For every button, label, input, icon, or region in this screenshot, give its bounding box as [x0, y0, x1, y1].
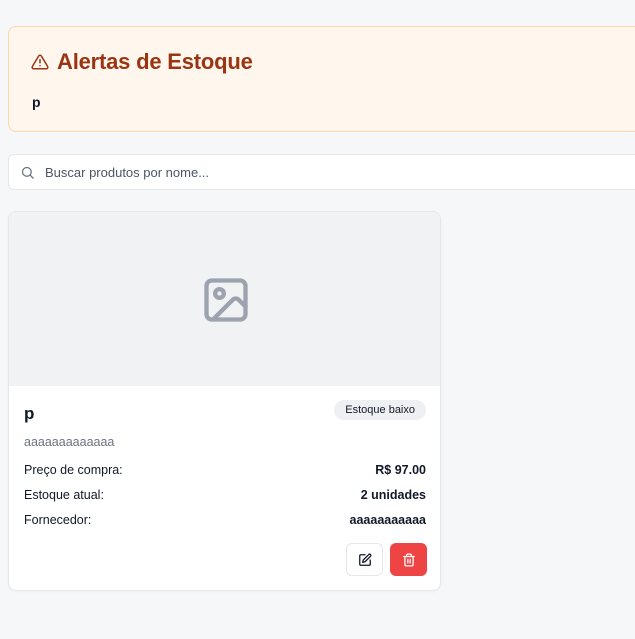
stock-label: Estoque atual: [24, 488, 104, 502]
search-input[interactable] [45, 155, 605, 189]
price-label: Preço de compra: [24, 463, 123, 477]
stock-value: 2 unidades [360, 488, 426, 502]
warning-icon [31, 54, 49, 70]
supplier-row: Fornecedor: aaaaaaaaaaa [24, 513, 426, 527]
product-description: aaaaaaaaaaaaa [24, 435, 115, 449]
search-icon [21, 166, 34, 179]
page: Alertas de Estoque p p Estoque baixo aaa… [0, 0, 635, 639]
stock-alerts-panel: Alertas de Estoque p [8, 26, 635, 132]
price-value: R$ 97.00 [375, 463, 426, 477]
supplier-label: Fornecedor: [24, 513, 92, 527]
alert-title: Alertas de Estoque [57, 49, 253, 74]
image-placeholder-icon [204, 278, 248, 322]
search-bar [8, 154, 635, 190]
product-image-placeholder [9, 212, 440, 386]
status-badge: Estoque baixo [334, 400, 426, 420]
product-card: p Estoque baixo aaaaaaaaaaaaa Preço de c… [8, 211, 441, 591]
price-row: Preço de compra: R$ 97.00 [24, 463, 426, 477]
edit-button[interactable] [346, 543, 383, 576]
alert-header: Alertas de Estoque [31, 49, 253, 75]
trash-icon [402, 553, 415, 566]
alert-item: p [32, 94, 41, 110]
product-name: p [24, 404, 35, 423]
delete-button[interactable] [390, 543, 427, 576]
edit-icon [358, 553, 371, 566]
stock-row: Estoque atual: 2 unidades [24, 488, 426, 502]
supplier-value: aaaaaaaaaaa [349, 513, 426, 527]
